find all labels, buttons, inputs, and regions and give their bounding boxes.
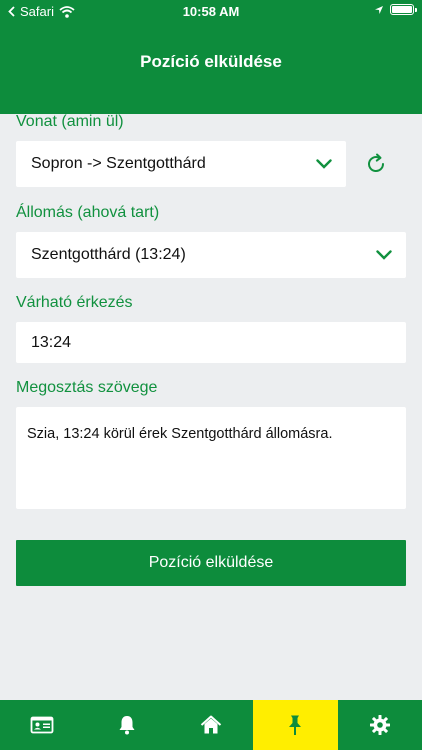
station-value: Szentgotthárd (13:24) [31,246,186,263]
tab-id-card[interactable] [0,700,84,750]
send-position-button[interactable]: Pozíció elküldése [16,540,406,586]
location-arrow-icon [375,5,383,14]
id-card-icon [30,716,54,734]
tab-notifications[interactable] [84,700,168,750]
arrival-value: 13:24 [31,333,72,351]
bell-icon [119,716,135,735]
share-text-label: Megosztás szövege [16,379,158,396]
arrival-field[interactable]: 13:24 [16,322,406,363]
status-bar: Safari 10:58 AM [0,0,422,24]
tab-position[interactable] [253,700,338,750]
station-select[interactable]: Szentgotthárd (13:24) [16,232,406,278]
tab-settings[interactable] [338,700,422,750]
share-text-value: Szia, 13:24 körül érek Szentgotthárd áll… [27,426,333,442]
train-select[interactable]: Sopron -> Szentgotthárd [16,141,346,187]
station-label: Állomás (ahová tart) [16,204,160,221]
pin-icon [289,715,302,735]
arrival-label: Várható érkezés [16,294,133,311]
chevron-down-icon [316,159,332,169]
page-title: Pozíció elküldése [140,52,282,71]
top-bar: Safari 10:58 AM Pozíció elküldése [0,0,422,114]
share-text-area[interactable]: Szia, 13:24 körül érek Szentgotthárd áll… [16,407,406,509]
chevron-down-icon [376,250,392,260]
battery-icon [390,4,417,15]
home-icon [200,715,222,734]
train-label: Vonat (amin ül) [16,113,124,130]
tab-bar [0,700,422,750]
train-value: Sopron -> Szentgotthárd [31,155,206,172]
status-time: 10:58 AM [182,4,240,19]
tab-home[interactable] [169,700,253,750]
gear-icon [369,715,390,735]
refresh-icon[interactable] [364,152,388,176]
